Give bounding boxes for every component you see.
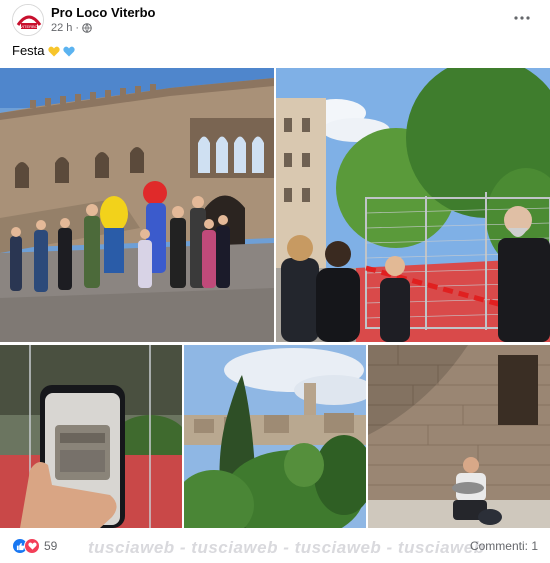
watermark: tusciaweb - tusciaweb - tusciaweb - tusc… — [88, 538, 485, 557]
post-text: Festa — [12, 43, 75, 58]
photo-phone[interactable] — [0, 345, 182, 528]
globe-icon — [82, 23, 92, 33]
page-name[interactable]: Pro Loco Viterbo — [51, 5, 156, 20]
svg-text:VITERBO: VITERBO — [20, 24, 38, 29]
yellow-heart-icon — [47, 45, 60, 57]
post-footer: 59 tusciaweb - tusciaweb - tusciaweb - t… — [0, 530, 550, 563]
reaction-count: 59 — [44, 539, 58, 553]
photo-musician-wall[interactable] — [368, 345, 550, 528]
comments-count[interactable]: Commenti: 1 — [470, 539, 538, 553]
more-icon — [514, 16, 530, 20]
post-meta: 22 h · — [51, 22, 92, 34]
love-icon — [24, 538, 40, 554]
more-options-button[interactable] — [510, 8, 534, 28]
page-avatar[interactable]: VITERBO — [12, 4, 44, 36]
meta-separator: · — [75, 22, 80, 34]
photo-palace-group[interactable] — [0, 68, 274, 342]
post-header: VITERBO Pro Loco Viterbo 22 h · — [0, 0, 550, 40]
post-timestamp[interactable]: 22 h — [51, 22, 72, 34]
reactions-summary[interactable]: 59 — [12, 538, 57, 554]
post-caption: Festa — [12, 43, 45, 58]
photo-landscape[interactable] — [184, 345, 366, 528]
photo-fence-people[interactable] — [276, 68, 550, 342]
blue-heart-icon — [62, 45, 75, 57]
